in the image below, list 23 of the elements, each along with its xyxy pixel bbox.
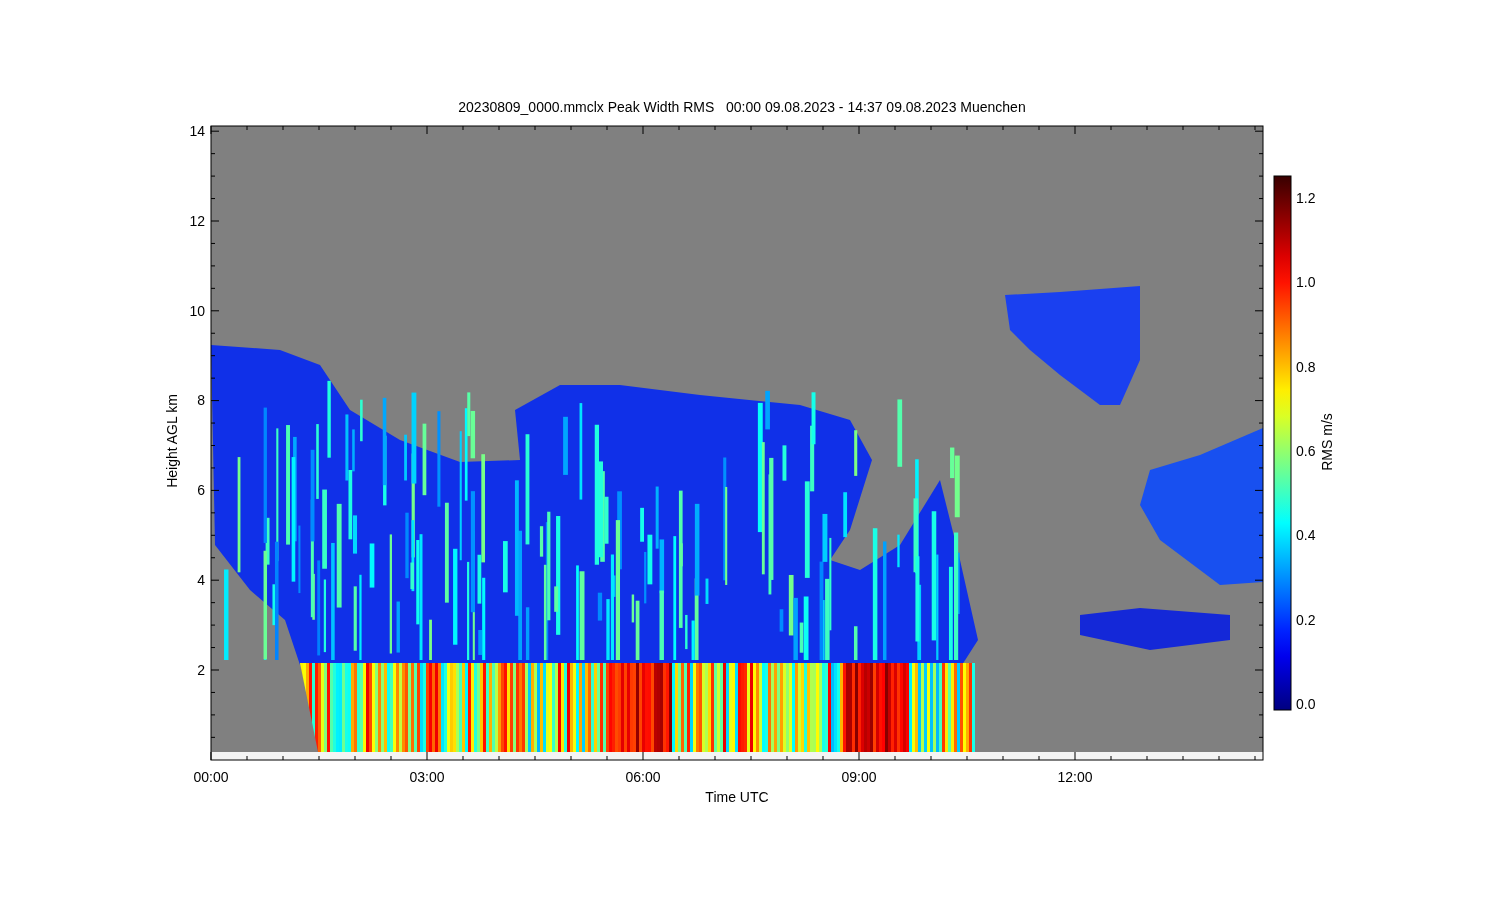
y-tick-label: 14 bbox=[189, 123, 205, 139]
x-tick-label: 00:00 bbox=[193, 769, 229, 785]
colorbar-tick-label: 0.6 bbox=[1296, 442, 1316, 459]
y-tick-label: 12 bbox=[189, 212, 205, 229]
colorbar-tick-label: 0.0 bbox=[1296, 695, 1316, 712]
colorbar-tick-label: 0.2 bbox=[1296, 611, 1316, 628]
y-axis-label: Height AGL km bbox=[164, 394, 180, 488]
y-tick-label: 2 bbox=[197, 661, 205, 678]
x-tick-label: 09:00 bbox=[841, 769, 877, 785]
x-tick-label: 12:00 bbox=[1057, 769, 1093, 785]
x-tick-label: 03:00 bbox=[409, 769, 445, 785]
y-tick-label: 4 bbox=[197, 572, 205, 588]
colorbar-label: RMS m/s bbox=[1319, 413, 1335, 471]
y-tick-label: 8 bbox=[197, 392, 205, 409]
colorbar-tick-label: 0.4 bbox=[1296, 527, 1316, 544]
colorbar-tick-label: 0.8 bbox=[1296, 358, 1316, 375]
colorbar-tick-label: 1.2 bbox=[1296, 190, 1316, 206]
plot-title: 20230809_0000.mmclx Peak Width RMS 00:00 09.08.2023 - 14:37 09.08.2023 Muenchen bbox=[458, 99, 1026, 115]
y-tick-label: 10 bbox=[189, 302, 205, 319]
colorbar-tick-label: 1.0 bbox=[1296, 274, 1316, 291]
x-axis-label: Time UTC bbox=[705, 789, 769, 805]
x-tick-label: 06:00 bbox=[625, 769, 661, 785]
y-tick-label: 6 bbox=[197, 482, 205, 499]
